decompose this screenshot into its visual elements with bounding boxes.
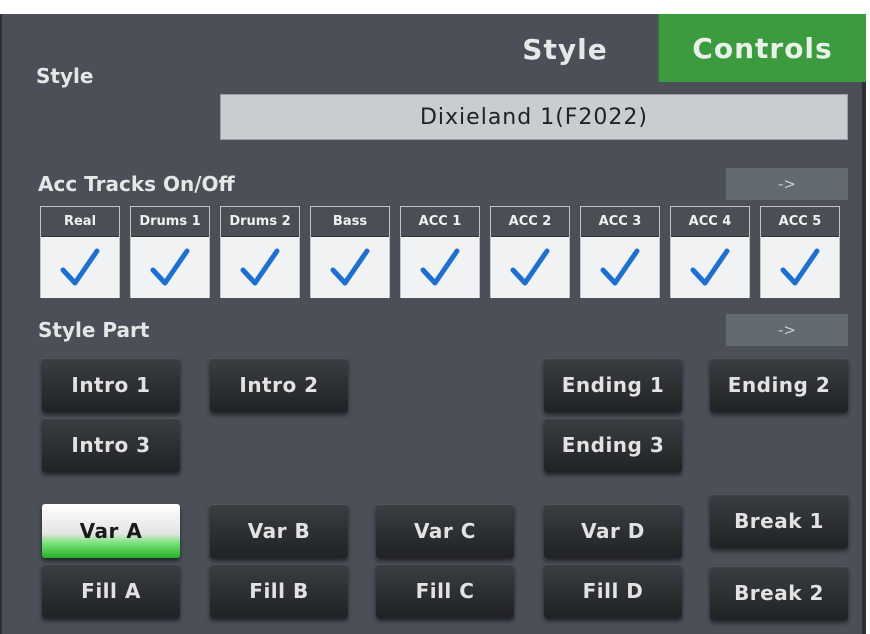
break-2-button[interactable]: Break 2 bbox=[710, 566, 848, 620]
ending-3-button[interactable]: Ending 3 bbox=[544, 418, 682, 472]
checkmark-icon bbox=[600, 248, 640, 285]
intro-2-button[interactable]: Intro 2 bbox=[210, 358, 348, 412]
ending-1-button[interactable]: Ending 1 bbox=[544, 358, 682, 412]
track-label: ACC 3 bbox=[581, 207, 659, 237]
intro-1-button[interactable]: Intro 1 bbox=[42, 358, 180, 412]
style-name-field[interactable]: Dixieland 1(F2022) bbox=[220, 94, 848, 140]
track-toggle-acc-2[interactable]: ACC 2 bbox=[490, 206, 570, 298]
section-label: Style bbox=[36, 64, 94, 88]
fill-a-button[interactable]: Fill A bbox=[42, 564, 180, 618]
track-toggle-acc-5[interactable]: ACC 5 bbox=[760, 206, 840, 298]
track-label: ACC 1 bbox=[401, 207, 479, 237]
style-controls-panel: Style Style Controls Dixieland 1(F2022) … bbox=[0, 14, 866, 634]
checkmark-icon bbox=[780, 248, 820, 285]
track-label: Drums 2 bbox=[221, 207, 299, 237]
track-toggle-acc-4[interactable]: ACC 4 bbox=[670, 206, 750, 298]
ending-2-button[interactable]: Ending 2 bbox=[710, 358, 848, 412]
fill-b-button[interactable]: Fill B bbox=[210, 564, 348, 618]
style-part-arrow-button[interactable]: -> bbox=[726, 314, 848, 346]
checkmark-icon bbox=[240, 248, 280, 285]
track-label: Bass bbox=[311, 207, 389, 237]
track-toggle-acc-1[interactable]: ACC 1 bbox=[400, 206, 480, 298]
checkmark-icon bbox=[150, 248, 190, 285]
track-toggle-bass[interactable]: Bass bbox=[310, 206, 390, 298]
track-label: Drums 1 bbox=[131, 207, 209, 237]
tab-controls[interactable]: Controls bbox=[658, 14, 866, 82]
acc-tracks-label: Acc Tracks On/Off bbox=[38, 172, 235, 196]
acc-tracks-arrow-button[interactable]: -> bbox=[726, 168, 848, 200]
track-label: Real bbox=[41, 207, 119, 237]
track-toggle-drums-1[interactable]: Drums 1 bbox=[130, 206, 210, 298]
track-toggle-acc-3[interactable]: ACC 3 bbox=[580, 206, 660, 298]
var-c-button[interactable]: Var C bbox=[376, 504, 514, 558]
checkmark-icon bbox=[690, 248, 730, 285]
track-label: ACC 4 bbox=[671, 207, 749, 237]
break-1-button[interactable]: Break 1 bbox=[710, 494, 848, 548]
screen: Style Style Controls Dixieland 1(F2022) … bbox=[0, 0, 870, 634]
var-b-button[interactable]: Var B bbox=[210, 504, 348, 558]
var-a-button[interactable]: Var A bbox=[42, 504, 180, 558]
checkmark-icon bbox=[510, 248, 550, 285]
checkmark-icon bbox=[60, 248, 100, 285]
arrow-right-icon: -> bbox=[778, 175, 796, 193]
intro-3-button[interactable]: Intro 3 bbox=[42, 418, 180, 472]
arrow-right-icon: -> bbox=[778, 321, 796, 339]
style-part-label: Style Part bbox=[38, 318, 150, 342]
tab-style[interactable]: Style bbox=[434, 16, 656, 82]
var-d-button[interactable]: Var D bbox=[544, 504, 682, 558]
checkmark-icon bbox=[420, 248, 460, 285]
fill-c-button[interactable]: Fill C bbox=[376, 564, 514, 618]
track-toggle-real[interactable]: Real bbox=[40, 206, 120, 298]
fill-d-button[interactable]: Fill D bbox=[544, 564, 682, 618]
track-label: ACC 2 bbox=[491, 207, 569, 237]
track-toggle-drums-2[interactable]: Drums 2 bbox=[220, 206, 300, 298]
checkmark-icon bbox=[330, 248, 370, 285]
track-label: ACC 5 bbox=[761, 207, 839, 237]
